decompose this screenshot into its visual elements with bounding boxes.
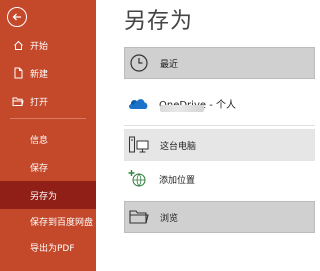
new-file-icon (12, 67, 24, 79)
nav-item-save-as[interactable]: 另存为 (0, 181, 96, 209)
backstage-sidebar: 开始 新建 打开 信息 保存 另存为 保存到百度网盘 导出为PDF (0, 0, 96, 271)
page-title: 另存为 (124, 9, 194, 34)
home-icon (12, 39, 24, 51)
nav-item-new[interactable]: 新建 (0, 61, 96, 85)
back-arrow-icon[interactable] (7, 7, 27, 27)
location-this-pc[interactable]: 这台电脑 (124, 129, 315, 161)
account-email-redacted (160, 105, 204, 112)
location-recent[interactable]: 最近 (124, 47, 315, 79)
nav-label-open: 打开 (30, 97, 49, 108)
nav-item-export-pdf[interactable]: 导出为PDF (0, 235, 96, 259)
nav-label-export-pdf: 导出为PDF (30, 243, 75, 254)
nav-item-info[interactable]: 信息 (0, 127, 96, 151)
location-onedrive[interactable]: OneDrive - 个人 (124, 84, 315, 122)
location-browse[interactable]: 浏览 (124, 201, 315, 233)
nav-label-info: 信息 (30, 135, 49, 146)
clock-icon (128, 52, 150, 74)
nav-divider (10, 118, 86, 119)
location-label-add-place: 添加位置 (159, 175, 196, 186)
nav-item-save[interactable]: 保存 (0, 155, 96, 179)
folder-icon (128, 206, 150, 228)
nav-item-open[interactable]: 打开 (0, 89, 96, 113)
location-label-this-pc: 这台电脑 (160, 141, 197, 152)
computer-icon (128, 134, 150, 156)
nav-label-save: 保存 (30, 163, 49, 174)
open-folder-icon (12, 95, 24, 107)
nav-label-save-to-baidu: 保存到百度网盘 (30, 217, 94, 228)
location-divider (124, 125, 315, 126)
nav-label-save-as: 另存为 (30, 191, 58, 202)
location-label-recent: 最近 (160, 59, 179, 70)
nav-label-home: 开始 (30, 41, 49, 52)
location-add-place[interactable]: 添加位置 (124, 163, 315, 195)
add-location-icon (127, 168, 149, 190)
onedrive-cloud-icon (127, 92, 149, 114)
nav-item-save-to-baidu[interactable]: 保存到百度网盘 (0, 209, 96, 233)
location-label-browse: 浏览 (160, 213, 179, 224)
nav-label-new: 新建 (30, 69, 49, 80)
nav-item-home[interactable]: 开始 (0, 33, 96, 57)
